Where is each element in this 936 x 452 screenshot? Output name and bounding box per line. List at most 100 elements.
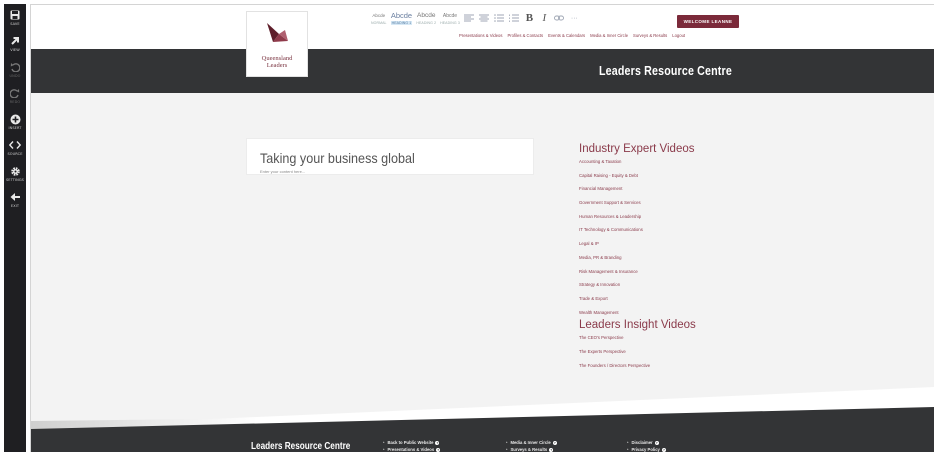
- footer-link-label: Back to Public Website: [387, 440, 434, 445]
- italic-button[interactable]: I: [539, 12, 550, 24]
- footer-link[interactable]: Media & Inner Circle?: [506, 440, 557, 447]
- nav-presentations-videos[interactable]: Presentations & Videos: [459, 33, 502, 38]
- list-item[interactable]: Strategy & Innovation: [579, 281, 696, 295]
- style-normal-name: NORMAL: [371, 21, 387, 25]
- editor-toolbar: Save View Undo Redo Insert Source Sett: [4, 4, 26, 452]
- source-label: Source: [7, 152, 23, 156]
- logo-mark-icon: [267, 23, 288, 42]
- link-icon[interactable]: [554, 13, 565, 23]
- logo-line-2: Leaders: [266, 62, 288, 69]
- footer-link-label: Presentations & Videos: [387, 447, 435, 452]
- nav-media-inner-circle[interactable]: Media & Inner Circle: [590, 33, 628, 38]
- insert-plus-icon: [4, 112, 26, 126]
- style-heading-2[interactable]: Abcde HEADING 2: [416, 12, 436, 25]
- redo-label: Redo: [9, 100, 21, 104]
- list-item[interactable]: Legal & IP: [579, 240, 696, 254]
- top-nav: Presentations & Videos Profiles & Contac…: [459, 33, 685, 38]
- welcome-button[interactable]: WELCOME LEANNE: [677, 15, 739, 28]
- style-heading-3-sample: Abcde: [442, 13, 458, 19]
- settings-tool[interactable]: Settings: [4, 164, 26, 190]
- style-heading-1[interactable]: Abcde HEADING 1: [390, 11, 413, 25]
- banner: [31, 49, 934, 93]
- footer-link-label: Disclaimer: [631, 440, 653, 445]
- style-normal-sample: Abcde: [372, 13, 386, 18]
- list-item[interactable]: IT Technology & Communications: [579, 226, 696, 240]
- content-title[interactable]: Taking your business global: [260, 150, 415, 166]
- info-icon: ?: [436, 447, 441, 452]
- redo-tool[interactable]: Redo: [4, 86, 26, 112]
- source-tool[interactable]: Source: [4, 138, 26, 164]
- view-tool[interactable]: View: [4, 34, 26, 60]
- site-logo[interactable]: Queensland Leaders: [246, 11, 308, 77]
- banner-title: Leaders Resource Centre: [599, 63, 732, 78]
- insight-videos-list: The CEO's Perspective The Experts Perspe…: [579, 334, 696, 375]
- logo-text: Queensland Leaders: [262, 55, 293, 69]
- insert-label: Insert: [8, 126, 22, 130]
- align-left-icon[interactable]: [464, 13, 475, 23]
- content-placeholder[interactable]: Enter your content here...: [260, 169, 305, 174]
- insert-tool[interactable]: Insert: [4, 112, 26, 138]
- site-footer: [31, 429, 934, 452]
- save-tool[interactable]: Save: [4, 8, 26, 34]
- footer-links-1: Back to Public Website? Presentations & …: [383, 440, 441, 452]
- footer-link-label: Media & Inner Circle: [510, 440, 551, 445]
- list-item[interactable]: Accounting & Taxation: [579, 158, 696, 172]
- insight-videos-heading: Leaders Insight Videos: [579, 319, 696, 332]
- list-item[interactable]: Media, PR & Branding: [579, 254, 696, 268]
- style-heading-1-sample: Abcde: [390, 11, 413, 20]
- view-arrow-icon: [4, 34, 26, 48]
- style-heading-2-name: HEADING 2: [416, 21, 437, 25]
- bold-button[interactable]: B: [524, 12, 535, 24]
- list-item[interactable]: Human Resources & Leadership: [579, 213, 696, 227]
- undo-tool[interactable]: Undo: [4, 60, 26, 86]
- nav-logout[interactable]: Logout: [672, 33, 685, 38]
- format-toolbar: Abcde NORMAL Abcde HEADING 1 Abcde HEADI…: [371, 12, 580, 30]
- content-editor[interactable]: Taking your business global Enter your c…: [246, 138, 534, 175]
- info-icon: ?: [661, 447, 666, 452]
- info-icon: ?: [654, 440, 659, 445]
- footer-link[interactable]: Presentations & Videos?: [383, 447, 441, 452]
- list-item[interactable]: Capital Raising - Equity & Debt: [579, 172, 696, 186]
- page-frame: Queensland Leaders Abcde NORMAL Abcde HE…: [30, 4, 934, 452]
- footer-link-label: Surveys & Results: [510, 447, 548, 452]
- logo-line-1: Queensland: [261, 55, 293, 62]
- align-center-icon[interactable]: [479, 13, 490, 23]
- info-icon: ?: [549, 447, 554, 452]
- settings-label: Settings: [5, 178, 25, 182]
- list-item[interactable]: Government Support & Services: [579, 199, 696, 213]
- exit-tool[interactable]: Exit: [4, 190, 26, 216]
- nav-surveys-results[interactable]: Surveys & Results: [633, 33, 667, 38]
- footer-link[interactable]: Back to Public Website?: [383, 440, 440, 447]
- exit-label: Exit: [10, 204, 20, 208]
- footer-title: Leaders Resource Centre: [251, 441, 351, 452]
- footer-link[interactable]: Surveys & Results?: [506, 447, 557, 452]
- list-item[interactable]: The CEO's Perspective: [579, 334, 696, 348]
- redo-icon: [4, 86, 26, 100]
- footer-link-label: Privacy Policy: [631, 447, 660, 452]
- style-heading-3[interactable]: Abcde HEADING 3: [440, 12, 460, 25]
- source-code-icon: [4, 138, 26, 152]
- industry-videos-list: Accounting & Taxation Capital Raising - …: [579, 158, 696, 322]
- industry-videos-heading: Industry Expert Videos: [579, 143, 695, 155]
- exit-arrow-icon: [4, 190, 26, 204]
- list-item[interactable]: Financial Management: [579, 185, 696, 199]
- bullet-list-icon[interactable]: [494, 13, 505, 23]
- nav-events-calendars[interactable]: Events & Calendars: [548, 33, 585, 38]
- video-sidebar: Industry Expert Videos Accounting & Taxa…: [579, 143, 696, 375]
- gear-icon: [4, 164, 26, 178]
- undo-label: Undo: [9, 74, 21, 78]
- style-heading-2-sample: Abcde: [417, 12, 436, 19]
- footer-link[interactable]: Privacy Policy?: [627, 447, 666, 452]
- info-icon: ?: [435, 440, 440, 445]
- nav-profiles-contacts[interactable]: Profiles & Contacts: [507, 33, 543, 38]
- footer-link[interactable]: Disclaimer?: [627, 440, 666, 447]
- more-options-button[interactable]: ···: [569, 13, 580, 23]
- list-item[interactable]: Trade & Export: [579, 295, 696, 309]
- list-item[interactable]: The Experts Perspective: [579, 348, 696, 362]
- list-item[interactable]: Risk Management & Insurance: [579, 268, 696, 282]
- undo-icon: [4, 60, 26, 74]
- numbered-list-icon[interactable]: [509, 13, 520, 23]
- style-normal[interactable]: Abcde NORMAL: [371, 12, 387, 25]
- save-label: Save: [10, 22, 20, 26]
- footer-links-2: Media & Inner Circle? Surveys & Results?: [506, 440, 557, 452]
